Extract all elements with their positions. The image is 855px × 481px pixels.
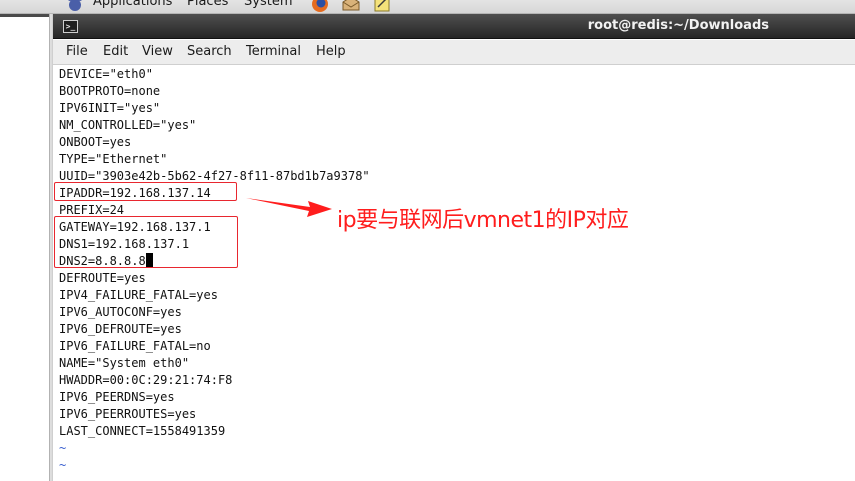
menu-search[interactable]: Search: [187, 44, 232, 59]
vim-empty-line: ~: [59, 441, 67, 455]
config-line: IPV4_FAILURE_FATAL=yes: [59, 288, 218, 302]
panel-menu-system[interactable]: System: [244, 0, 292, 9]
config-line: IPV6_DEFROUTE=yes: [59, 322, 182, 336]
config-line: DEFROUTE=yes: [59, 271, 146, 285]
notes-icon[interactable]: [373, 0, 391, 12]
desktop-background: [0, 14, 49, 481]
terminal-titlebar[interactable]: >_ root@redis:~/Downloads: [53, 14, 855, 39]
mail-icon[interactable]: [341, 0, 360, 12]
menu-help[interactable]: Help: [316, 44, 346, 59]
annotation-text: ip要与联网后vmnet1的IP对应: [337, 208, 629, 233]
terminal-icon: >_: [63, 20, 78, 33]
gnome-foot-icon[interactable]: [66, 0, 84, 12]
config-line: NAME="System eth0": [59, 356, 190, 370]
panel-menu-applications[interactable]: Applications: [93, 0, 172, 9]
config-line: IPV6_FAILURE_FATAL=no: [59, 339, 211, 353]
config-line: IPV6_AUTOCONF=yes: [59, 305, 182, 319]
config-line: ONBOOT=yes: [59, 135, 132, 149]
annotation-arrow: [244, 190, 334, 224]
highlight-box-ipaddr: [54, 182, 237, 201]
config-line: TYPE="Ethernet": [59, 152, 168, 166]
vim-empty-line: ~: [59, 458, 67, 472]
menu-view[interactable]: View: [142, 44, 173, 59]
config-line: DEVICE="eth0": [59, 67, 153, 81]
config-line: IPV6_PEERROUTES=yes: [59, 407, 197, 421]
menu-terminal[interactable]: Terminal: [246, 44, 301, 59]
terminal-menubar: File Edit View Search Terminal Help: [53, 40, 855, 65]
config-line: IPV6INIT="yes": [59, 101, 161, 115]
firefox-icon[interactable]: [311, 0, 329, 12]
menu-file[interactable]: File: [66, 44, 88, 59]
highlight-box-gateway-dns: [54, 216, 238, 268]
background-window-edge: [0, 14, 52, 17]
config-line: LAST_CONNECT=1558491359: [59, 424, 226, 438]
top-panel: Applications Places System: [0, 0, 855, 14]
menu-edit[interactable]: Edit: [103, 44, 128, 59]
config-line: IPV6_PEERDNS=yes: [59, 390, 175, 404]
window-title: root@redis:~/Downloads: [587, 18, 769, 33]
config-line: BOOTPROTO=none: [59, 84, 161, 98]
terminal-output[interactable]: DEVICE="eth0" BOOTPROTO=none IPV6INIT="y…: [53, 65, 855, 481]
panel-menu-places[interactable]: Places: [187, 0, 228, 9]
config-line: HWADDR=00:0C:29:21:74:F8: [59, 373, 233, 387]
config-line: NM_CONTROLLED="yes": [59, 118, 197, 132]
